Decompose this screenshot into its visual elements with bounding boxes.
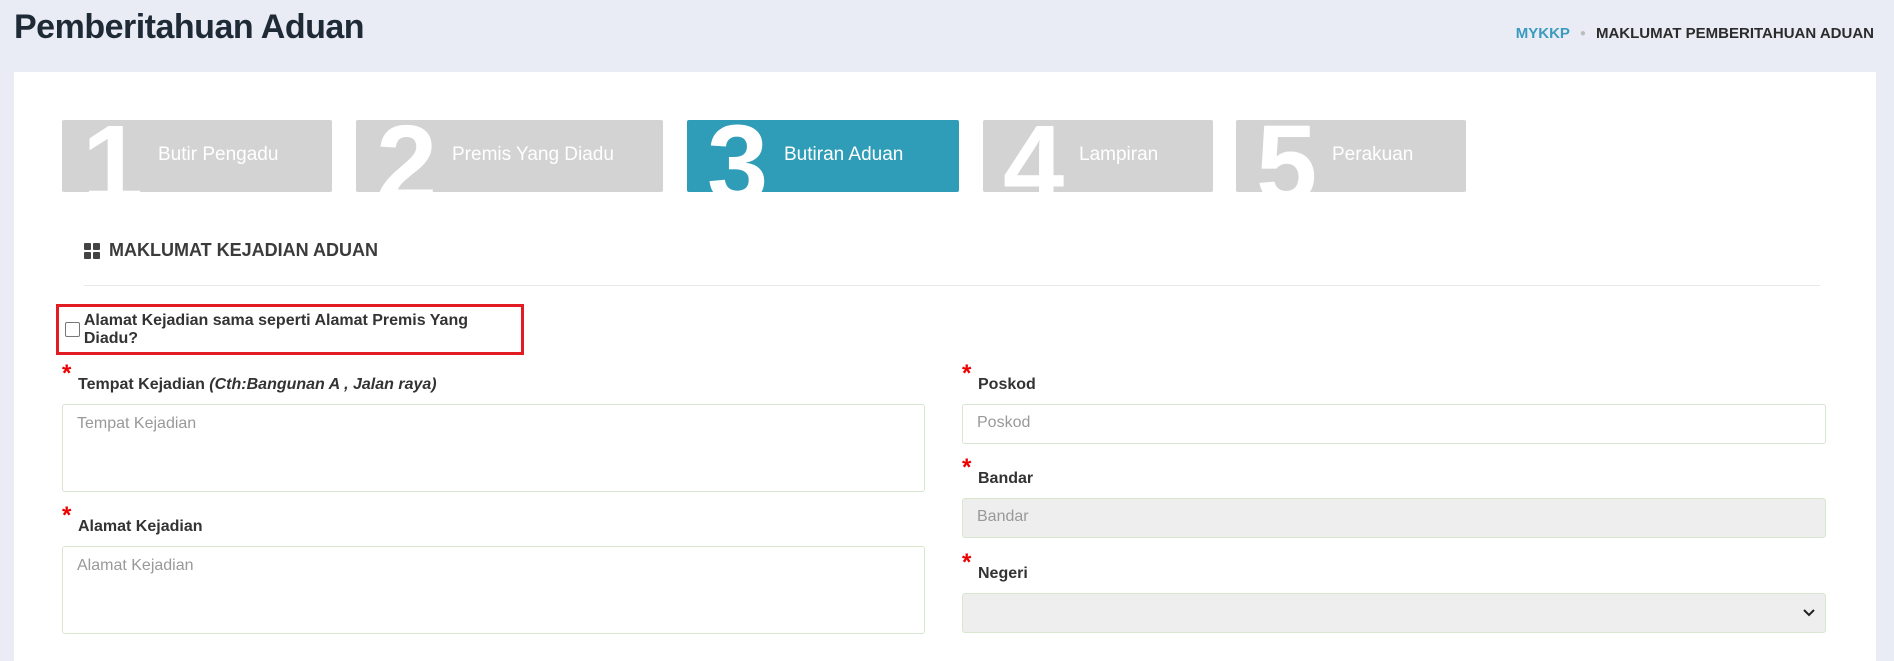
bandar-label: Bandar [978,470,1034,487]
same-address-label[interactable]: Alamat Kejadian sama seperti Alamat Prem… [84,312,521,348]
breadcrumb: MYKKP ● MAKLUMAT PEMBERITAHUAN ADUAN [1516,25,1874,42]
tempat-kejadian-label: Tempat Kejadian (Cth:Bangunan A , Jalan … [78,376,437,393]
required-marker: * [962,454,972,481]
tempat-kejadian-hint: (Cth:Bangunan A , Jalan raya) [209,376,437,393]
step-label: Butiran Aduan [784,144,904,165]
breadcrumb-current: MAKLUMAT PEMBERITAHUAN ADUAN [1595,25,1874,42]
step-number: 3 [707,120,769,192]
required-marker: * [62,502,72,529]
breadcrumb-separator-icon: ● [1579,28,1586,39]
step-1[interactable]: 1 Butir Pengadu [62,120,332,192]
same-address-highlight: Alamat Kejadian sama seperti Alamat Prem… [56,304,524,355]
grid-icon [84,242,100,259]
step-3[interactable]: 3 Butiran Aduan [687,120,959,192]
required-marker: * [962,360,972,387]
step-number: 5 [1256,120,1318,192]
required-marker: * [962,549,972,576]
section-title: MAKLUMAT KEJADIAN ADUAN [109,240,378,260]
poskod-label: Poskod [978,376,1036,393]
chevron-down-icon [1803,606,1815,620]
alamat-kejadian-label: Alamat Kejadian [78,518,203,535]
form-card: 1 Butir Pengadu 2 Premis Yang Diadu 3 Bu… [14,72,1876,661]
alamat-kejadian-textarea[interactable]: Alamat Kejadian [62,546,925,634]
same-address-checkbox[interactable] [65,322,80,337]
section-divider [84,285,1820,286]
step-5[interactable]: 5 Perakuan [1236,120,1466,192]
required-marker: * [62,360,72,387]
negeri-select[interactable] [962,593,1826,633]
step-label: Perakuan [1332,144,1414,165]
step-number: 2 [376,120,438,192]
bandar-input[interactable]: Bandar [962,498,1826,538]
step-label: Lampiran [1079,144,1159,165]
step-label: Butir Pengadu [158,144,279,165]
tempat-kejadian-textarea[interactable]: Tempat Kejadian [62,404,925,492]
poskod-input[interactable]: Poskod [962,404,1826,444]
step-4[interactable]: 4 Lampiran [983,120,1213,192]
section-header: MAKLUMAT KEJADIAN ADUAN [84,240,378,261]
negeri-label: Negeri [978,565,1028,582]
step-label: Premis Yang Diadu [452,144,614,165]
step-2[interactable]: 2 Premis Yang Diadu [356,120,663,192]
step-number: 4 [1003,120,1065,192]
page-title: Pemberitahuan Aduan [14,8,365,46]
breadcrumb-home-link[interactable]: MYKKP [1516,25,1570,42]
step-number: 1 [82,120,144,192]
